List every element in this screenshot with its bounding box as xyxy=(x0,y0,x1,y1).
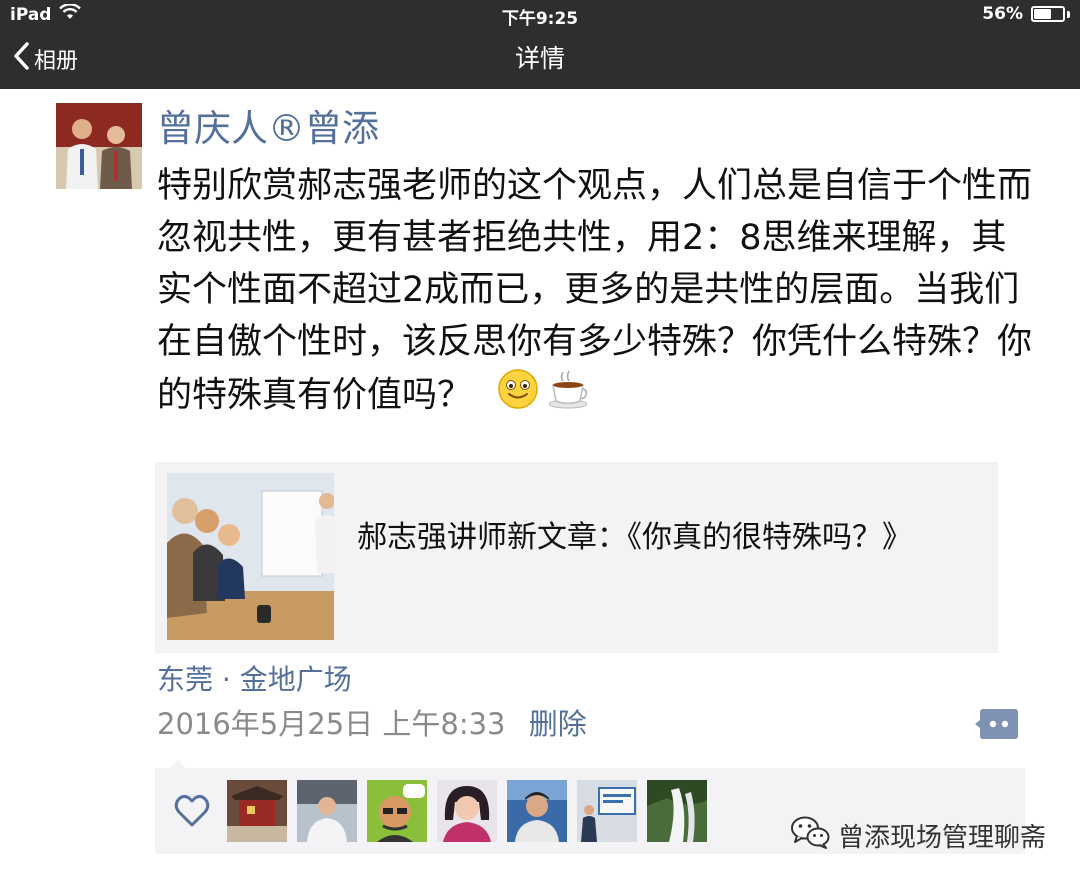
like-avatar[interactable] xyxy=(227,780,287,842)
time-row: 2016年5月25日 上午8:33 删除 xyxy=(157,703,587,745)
shared-link-card[interactable]: 郝志强讲师新文章：《你真的很特殊吗？》 xyxy=(155,462,998,653)
emoji-row xyxy=(497,368,591,425)
location-link[interactable]: 东莞 · 金地广场 xyxy=(157,660,352,700)
status-time: 下午9:25 xyxy=(501,9,579,29)
coffee-emoji-icon xyxy=(547,368,591,425)
heart-icon[interactable] xyxy=(173,792,211,830)
like-avatar[interactable] xyxy=(577,780,637,842)
page-title: 详情 xyxy=(514,44,565,73)
battery-percent: 56% xyxy=(982,4,1023,24)
post-time: 2016年5月25日 上午8:33 xyxy=(157,707,506,741)
like-avatar[interactable] xyxy=(647,780,707,842)
post-text: 特别欣赏郝志强老师的这个观点，人们总是自信于个性而忽视共性，更有甚者拒绝共性，用… xyxy=(157,160,1037,425)
watermark: 曾添现场管理聊斋 xyxy=(790,815,1046,856)
author-name[interactable]: 曾庆人®曾添 xyxy=(157,104,379,154)
wechat-logo-icon xyxy=(790,815,830,856)
comment-icon[interactable] xyxy=(975,707,1019,741)
status-bar: iPad 下午9:25 56% xyxy=(0,0,1080,29)
like-avatar[interactable] xyxy=(297,780,357,842)
like-avatar-list xyxy=(227,780,707,842)
like-avatar[interactable] xyxy=(367,780,427,842)
link-title: 郝志强讲师新文章：《你真的很特殊吗？》 xyxy=(357,520,912,555)
smile-emoji-icon xyxy=(497,368,539,425)
status-right: 56% xyxy=(982,4,1070,24)
like-avatar[interactable] xyxy=(507,780,567,842)
watermark-text: 曾添现场管理聊斋 xyxy=(838,823,1047,853)
delete-button[interactable]: 删除 xyxy=(529,707,587,741)
post-body: 特别欣赏郝志强老师的这个观点，人们总是自信于个性而忽视共性，更有甚者拒绝共性，用… xyxy=(157,166,1033,416)
top-bar: iPad 下午9:25 56% 相册 详情 xyxy=(0,0,1080,89)
author-avatar[interactable] xyxy=(56,103,142,189)
link-thumbnail xyxy=(167,473,334,640)
like-avatar[interactable] xyxy=(437,780,497,842)
battery-icon xyxy=(1031,6,1065,22)
